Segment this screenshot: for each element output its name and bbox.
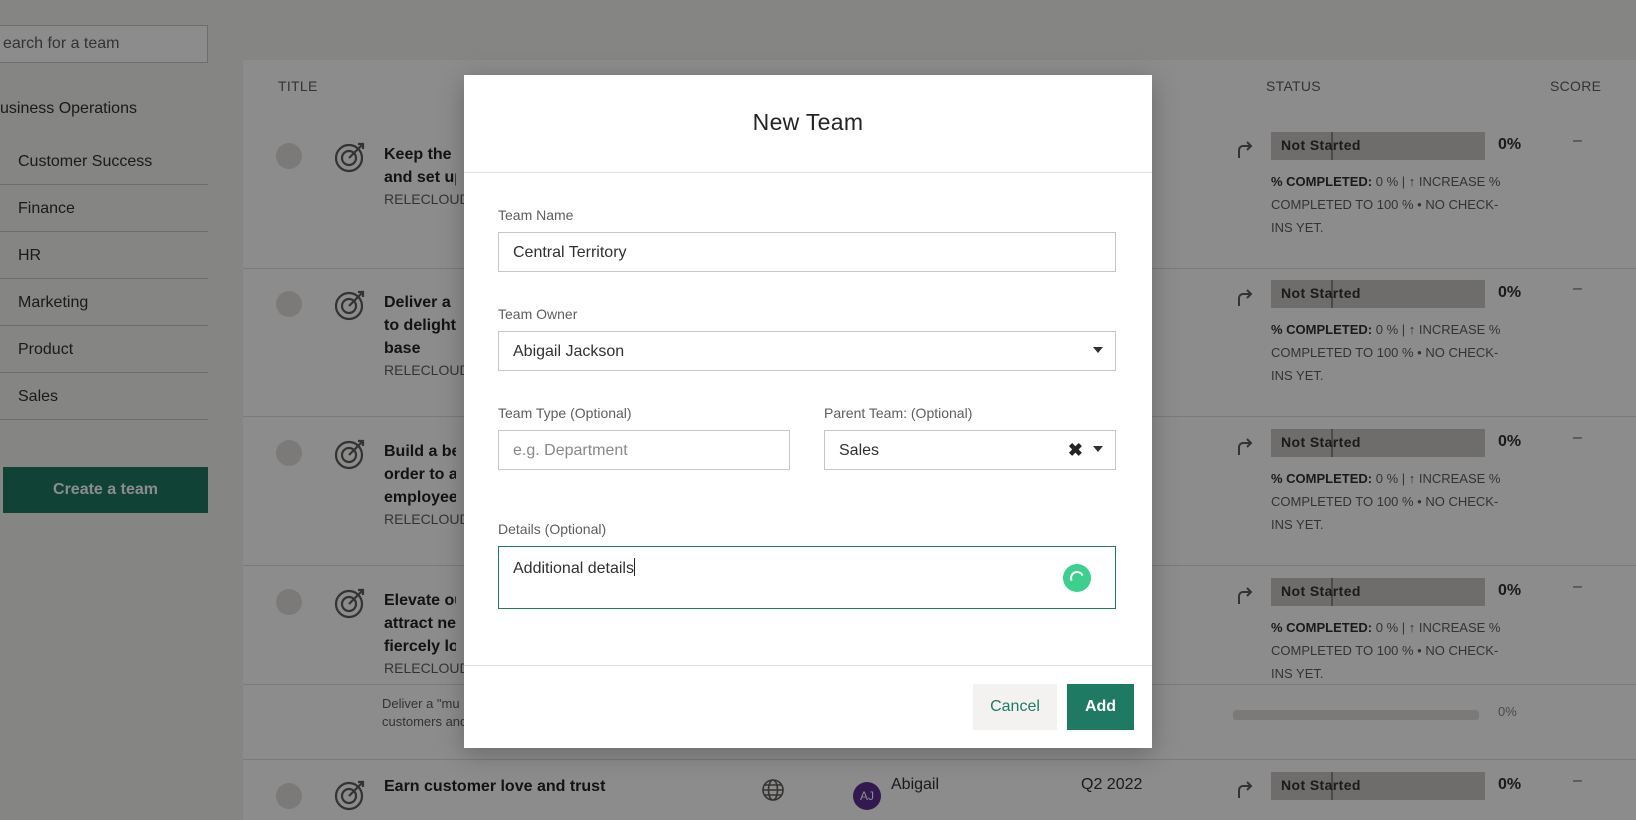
team-owner-select[interactable]: Abigail Jackson <box>498 331 1116 371</box>
clear-icon[interactable]: ✖ <box>1068 440 1083 461</box>
chevron-down-icon[interactable] <box>1093 347 1103 353</box>
cancel-button[interactable]: Cancel <box>973 684 1057 730</box>
dialog-title: New Team <box>752 109 864 135</box>
add-button[interactable]: Add <box>1067 684 1134 730</box>
details-textarea[interactable]: Additional details <box>498 546 1116 609</box>
team-type-input[interactable]: e.g. Department <box>498 430 790 470</box>
parent-team-label: Parent Team: (Optional) <box>824 405 973 421</box>
team-name-label: Team Name <box>498 207 574 223</box>
details-label: Details (Optional) <box>498 521 607 537</box>
parent-team-select[interactable]: Sales ✖ <box>824 430 1116 470</box>
team-owner-label: Team Owner <box>498 306 578 322</box>
details-value: Additional details <box>513 560 634 577</box>
team-name-input[interactable]: Central Territory <box>498 232 1116 272</box>
parent-team-value: Sales <box>839 442 880 459</box>
team-type-label: Team Type (Optional) <box>498 405 632 421</box>
footer-divider <box>464 665 1152 666</box>
loading-spinner-icon <box>1063 564 1091 592</box>
new-team-dialog: New Team Team Name Central Territory Tea… <box>464 75 1152 748</box>
chevron-down-icon[interactable] <box>1093 446 1103 452</box>
header-divider <box>464 172 1152 173</box>
text-cursor <box>633 558 635 576</box>
team-owner-value: Abigail Jackson <box>513 343 625 360</box>
